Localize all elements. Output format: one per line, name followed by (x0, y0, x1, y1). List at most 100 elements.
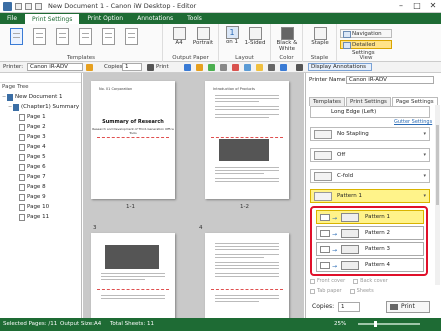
tree-document-item[interactable]: − New Document 1 (2, 92, 81, 102)
pattern-option-3[interactable]: → Pattern 3 (316, 242, 424, 256)
orientation-button[interactable]: Portrait (191, 27, 215, 46)
punch-select[interactable]: Off ▾ (310, 148, 430, 162)
tree-page-item[interactable]: Page 6 (2, 162, 81, 172)
settings-scrollbar[interactable] (435, 105, 440, 285)
quick-undo-icon[interactable] (25, 2, 32, 10)
menu-print-option[interactable]: Print Option (80, 13, 130, 24)
stapling-select[interactable]: No Stapling ▾ (310, 127, 430, 141)
chevron-down-icon: ▾ (423, 173, 426, 179)
copies-input[interactable]: 1 (122, 63, 142, 71)
tree-item-label: Page 4 (27, 144, 46, 150)
tree-page-item[interactable]: Page 5 (2, 152, 81, 162)
paper-size-button[interactable]: A4 (169, 27, 189, 46)
quick-redo-icon[interactable] (35, 2, 42, 10)
menu-print-settings[interactable]: Print Settings (24, 13, 81, 24)
layout-group-label: Layout (235, 55, 254, 61)
zoom-level: 25% (334, 321, 347, 327)
copies-stepper[interactable]: 1 (338, 302, 360, 312)
page-header: Introduction of Products (213, 87, 255, 91)
tree-chapter-item[interactable]: −(Chapter1) Summary of R (2, 102, 81, 112)
page-thumbnail-3[interactable] (91, 233, 175, 318)
page-thumbnail-2[interactable]: Introduction of Products (205, 81, 289, 199)
preview-icon[interactable] (184, 64, 191, 71)
menu-file[interactable]: File (0, 13, 24, 24)
page-icon (19, 143, 25, 151)
template-thumb-2[interactable] (33, 28, 46, 45)
pattern-option-1[interactable]: → Pattern 1 (316, 210, 424, 224)
staple-group: Staple Staple (303, 24, 337, 62)
pattern-option-2[interactable]: → Pattern 2 (316, 226, 424, 240)
tree-page-item[interactable]: Page 7 (2, 172, 81, 182)
page-number: 4 (199, 225, 203, 231)
move-icon[interactable] (280, 64, 287, 71)
export-icon[interactable] (208, 64, 215, 71)
attach-icon[interactable] (268, 64, 275, 71)
edit-icon[interactable] (256, 64, 263, 71)
tab-print-settings[interactable]: Print Settings (345, 97, 391, 106)
tab-templates[interactable]: Templates (309, 97, 345, 106)
tree-page-item[interactable]: Page 2 (2, 122, 81, 132)
template-thumb-4[interactable] (79, 28, 92, 45)
folder-icon[interactable] (196, 64, 203, 71)
document-icon (7, 93, 13, 101)
binding-edge-select[interactable]: Long Edge (Left) (310, 106, 430, 118)
zoom-slider[interactable] (358, 323, 420, 325)
sheet-icon (320, 230, 330, 237)
page-thumbnail-1[interactable]: No. 01 Corporation Summary of Research R… (91, 81, 175, 199)
tools-icon[interactable] (296, 64, 303, 71)
fold-line (211, 137, 283, 138)
maximize-button[interactable]: □ (409, 0, 425, 13)
zoom-slider-handle[interactable] (374, 321, 377, 327)
page-photo (219, 139, 269, 161)
print-button[interactable]: Print (386, 301, 430, 313)
page-icon (19, 113, 25, 121)
quick-save-icon[interactable] (15, 2, 22, 10)
detailed-settings-toggle[interactable]: Detailed Settings (340, 40, 392, 56)
template-thumb-1[interactable] (10, 28, 23, 45)
tab-paper-checkbox[interactable]: Tab paper (310, 288, 342, 294)
staple-button[interactable]: Staple (307, 27, 333, 46)
display-annotations-button[interactable]: Display Annotations (308, 63, 372, 71)
staple-group-label: Staple (310, 55, 329, 61)
settings-icon[interactable] (220, 64, 227, 71)
page-canvas[interactable]: No. 01 Corporation Summary of Research R… (83, 73, 304, 318)
sheets-checkbox[interactable]: Sheets (349, 288, 374, 294)
tree-page-item[interactable]: Page 8 (2, 182, 81, 192)
template-thumb-6[interactable] (125, 28, 138, 45)
printer-properties-icon[interactable] (86, 64, 93, 71)
navigation-toggle[interactable]: Navigation (340, 29, 392, 38)
ribbon: Templates A4 Portrait Output Paper 1 on 1… (0, 24, 441, 62)
tree-page-item[interactable]: Page 10 (2, 202, 81, 212)
template-thumb-3[interactable] (56, 28, 69, 45)
tree-page-item[interactable]: Page 1 (2, 112, 81, 122)
template-thumb-5[interactable] (102, 28, 115, 45)
print-icon[interactable] (147, 64, 154, 71)
tree-item-label: Page 3 (27, 134, 46, 140)
color-mode-button[interactable]: Black & White (273, 27, 301, 52)
insert-icon[interactable] (244, 64, 251, 71)
tree-page-item[interactable]: Page 4 (2, 142, 81, 152)
page-thumbnail-4[interactable] (205, 233, 289, 318)
close-button[interactable]: ✕ (425, 0, 441, 13)
arrow-right-icon: → (332, 263, 338, 270)
tab-page-settings[interactable]: Page Settings (391, 97, 438, 106)
minimize-button[interactable]: – (393, 0, 409, 13)
tree-page-item[interactable]: Page 3 (2, 132, 81, 142)
tree-page-item[interactable]: Page 9 (2, 192, 81, 202)
arrow-right-icon: → (332, 215, 338, 222)
pattern-option-4[interactable]: → Pattern 4 (316, 258, 424, 272)
menu-tools[interactable]: Tools (180, 13, 209, 24)
printer-name-select[interactable]: Canon iR-ADV (346, 76, 434, 84)
fold-pattern-select[interactable]: Pattern 1 ▾ (310, 189, 430, 203)
fold-select[interactable]: C-fold ▾ (310, 169, 430, 183)
delete-icon[interactable] (232, 64, 239, 71)
menu-annotations[interactable]: Annotations (130, 13, 180, 24)
front-cover-checkbox[interactable]: Front cover (310, 278, 345, 284)
tree-page-item[interactable]: Page 11 (2, 212, 81, 222)
pages-per-sheet-button[interactable]: 1 on 1 (223, 26, 241, 45)
gutter-settings-link[interactable]: Gutter Settings (394, 119, 432, 125)
sided-button[interactable]: 1-Sided (243, 27, 267, 46)
printer-select[interactable]: Canon iR-ADV (27, 63, 83, 71)
back-cover-checkbox[interactable]: Back cover (353, 278, 388, 284)
print-label[interactable]: Print (156, 62, 169, 73)
